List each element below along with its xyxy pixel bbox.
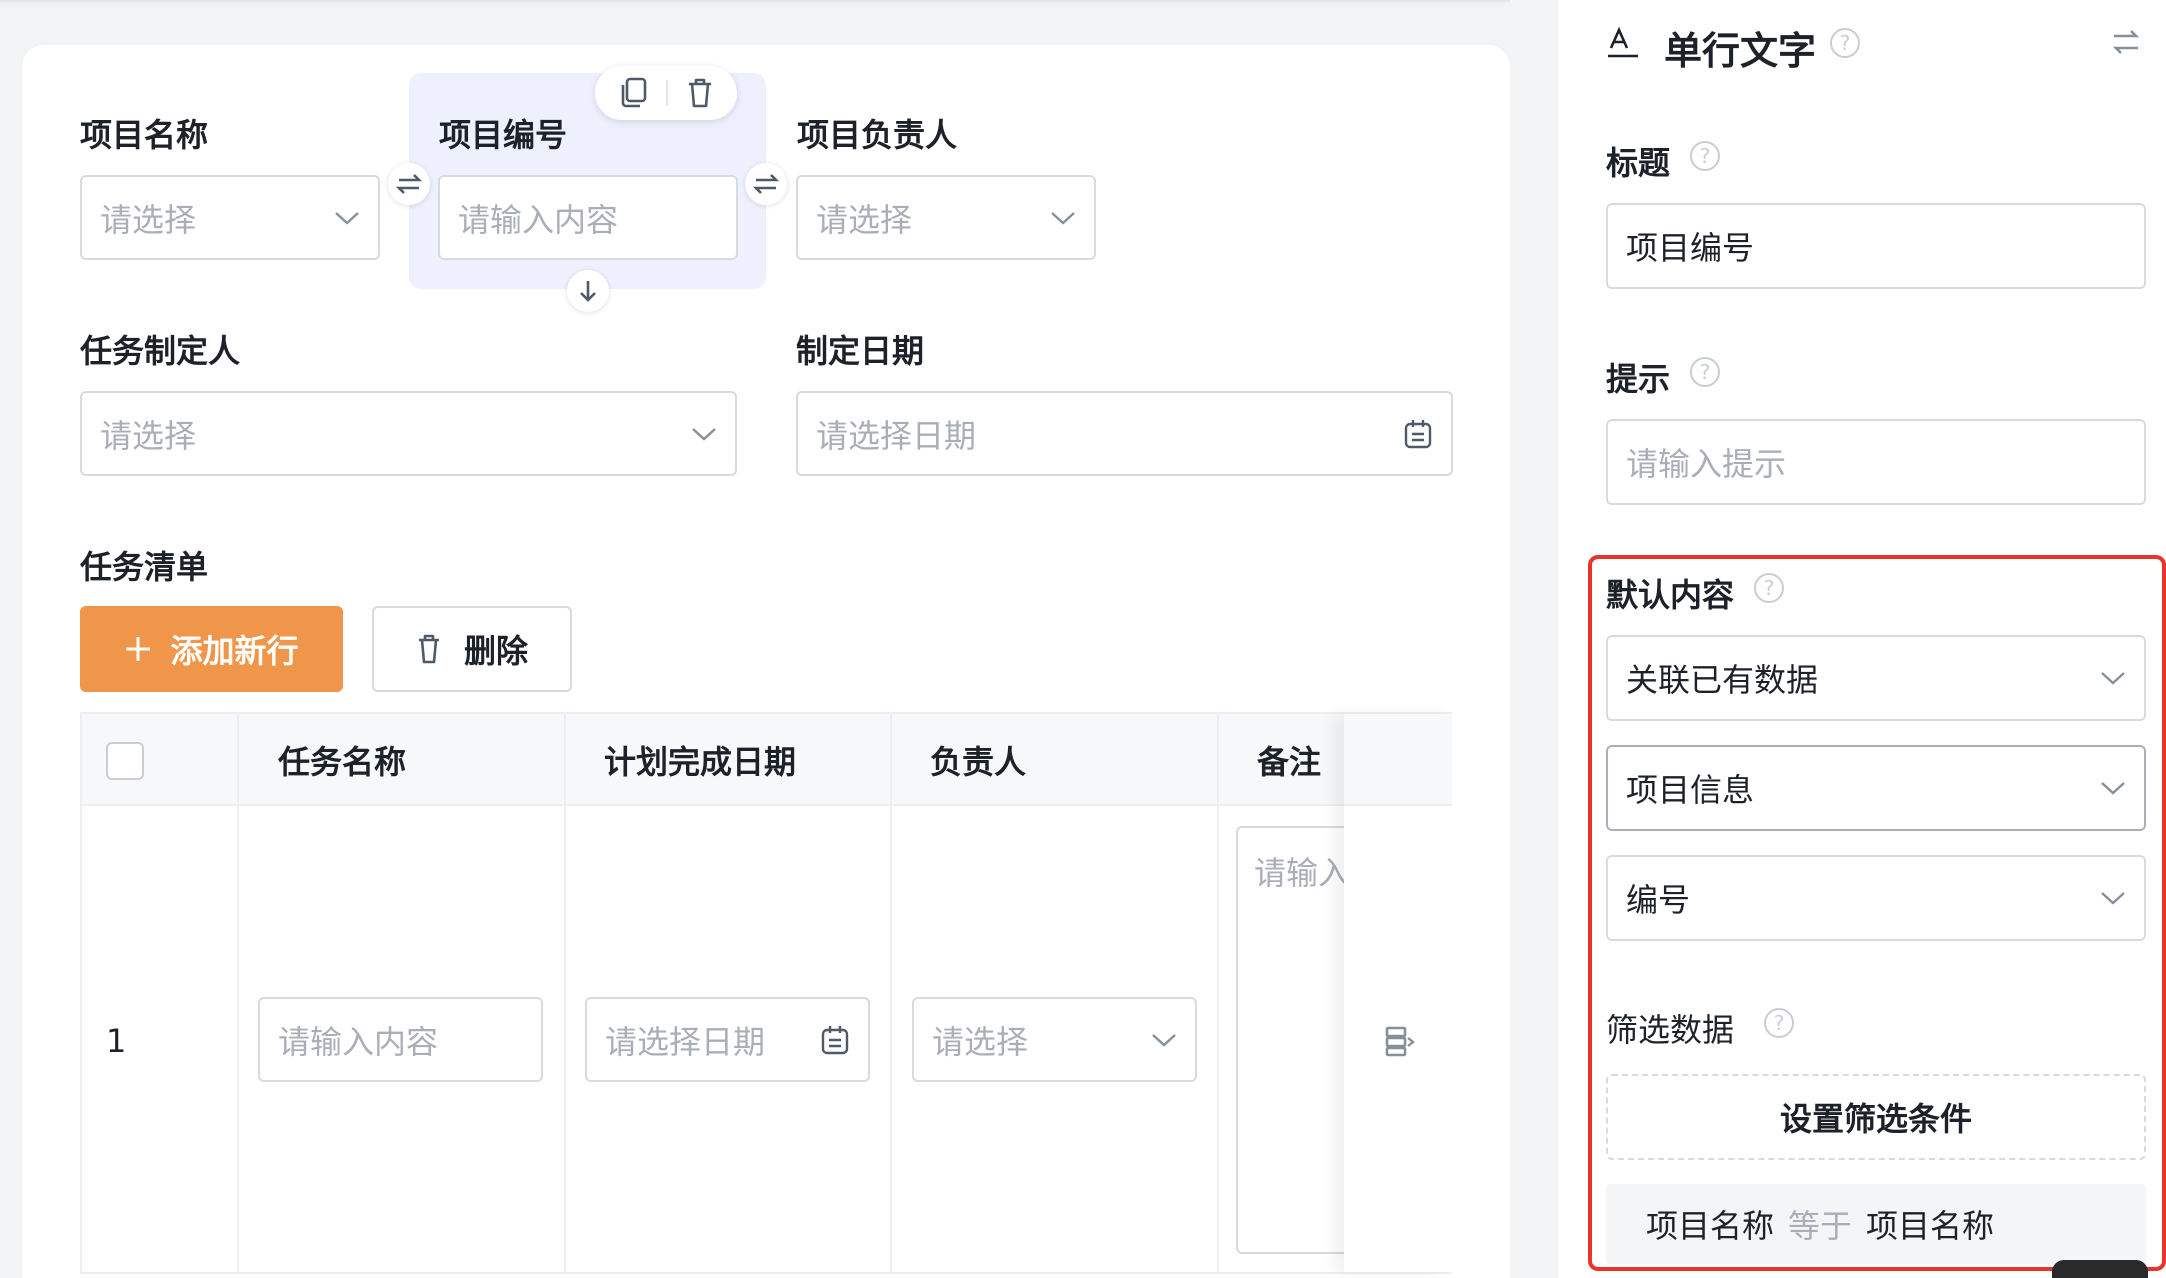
owner-select[interactable]: 请选择	[912, 997, 1197, 1082]
move-down-button[interactable]	[567, 270, 609, 312]
trash-icon	[416, 633, 442, 665]
row-index: 1	[106, 1022, 127, 1060]
text-field-icon	[1606, 26, 1640, 60]
set-filter-button[interactable]: 设置筛选条件	[1606, 1074, 2146, 1160]
chevron-down-icon	[334, 210, 360, 226]
project-number-label: 项目编号	[439, 116, 568, 154]
column-divider	[564, 714, 566, 1272]
arrow-down-icon	[578, 279, 598, 303]
filter-condition[interactable]: 项目名称 等于 项目名称	[1606, 1184, 2146, 1264]
chevron-down-icon	[1050, 210, 1076, 226]
calendar-icon	[820, 1024, 850, 1056]
help-icon[interactable]: ?	[1754, 573, 1784, 603]
title-input[interactable]: 项目编号	[1606, 203, 2146, 289]
project-name-select[interactable]: 请选择	[80, 175, 380, 260]
due-date-picker[interactable]: 请选择日期	[585, 997, 870, 1082]
hint-label: 提示	[1606, 360, 1671, 398]
task-name-input[interactable]: 请输入内容	[258, 997, 543, 1082]
add-row-button[interactable]: 添加新行	[80, 606, 343, 692]
default-content-label: 默认内容	[1606, 576, 1735, 614]
swap-horizontal-icon	[396, 172, 422, 196]
remark-textarea[interactable]: 请输入	[1236, 826, 1356, 1254]
chevron-down-icon	[691, 426, 717, 442]
chevron-down-icon	[2100, 670, 2126, 686]
chevron-down-icon	[2100, 890, 2126, 906]
help-icon[interactable]: ?	[1690, 141, 1720, 171]
property-panel: 单行文字 ? 标题 ? 项目编号 提示 ? 请输入提示 默认内容 ? 关联已有数…	[1558, 0, 2166, 1278]
chevron-down-icon	[2100, 780, 2126, 796]
copy-icon[interactable]	[618, 77, 648, 109]
column-header-remark: 备注	[1257, 743, 1322, 781]
title-label: 标题	[1606, 144, 1671, 182]
component-title: 单行文字	[1664, 29, 1817, 73]
column-header-owner: 负责人	[930, 743, 1027, 781]
help-icon[interactable]: ?	[1690, 357, 1720, 387]
select-all-checkbox[interactable]	[106, 742, 144, 780]
toolbar-divider	[666, 80, 668, 106]
floating-button-edge[interactable]	[2052, 1260, 2148, 1278]
calendar-icon	[1403, 418, 1433, 450]
column-header-task-name: 任务名称	[278, 743, 407, 781]
help-icon[interactable]: ?	[1830, 28, 1860, 58]
source-field-select[interactable]: 编号	[1606, 855, 2146, 941]
condition-field: 项目名称	[1646, 1207, 1775, 1245]
column-divider	[237, 714, 239, 1272]
task-creator-select[interactable]: 请选择	[80, 391, 737, 476]
column-divider	[1217, 714, 1219, 1272]
field-toolbar	[595, 66, 737, 120]
condition-operator: 等于	[1788, 1207, 1853, 1245]
table-fixed-column	[1344, 714, 1452, 1272]
top-shadow	[0, 0, 1510, 4]
filter-data-label: 筛选数据	[1606, 1011, 1735, 1049]
help-icon[interactable]: ?	[1764, 1008, 1794, 1038]
swap-component-icon[interactable]	[2110, 26, 2142, 58]
column-header-due-date: 计划完成日期	[604, 743, 797, 781]
project-owner-select[interactable]: 请选择	[796, 175, 1096, 260]
plus-icon	[124, 635, 152, 663]
hint-input[interactable]: 请输入提示	[1606, 419, 2146, 505]
trash-icon[interactable]	[686, 77, 714, 109]
fixed-column-header	[1344, 714, 1452, 806]
project-name-label: 项目名称	[80, 116, 209, 154]
default-mode-select[interactable]: 关联已有数据	[1606, 635, 2146, 721]
task-creator-label: 任务制定人	[80, 332, 241, 370]
project-number-input[interactable]: 请输入内容	[438, 175, 738, 260]
creation-date-picker[interactable]: 请选择日期	[796, 391, 1453, 476]
delete-row-button[interactable]: 删除	[372, 606, 572, 692]
condition-value: 项目名称	[1866, 1207, 1995, 1245]
swap-left-button[interactable]	[388, 163, 430, 205]
column-divider	[890, 714, 892, 1272]
row-actions-icon[interactable]	[1384, 1024, 1416, 1058]
source-form-select[interactable]: 项目信息	[1606, 745, 2146, 831]
swap-right-button[interactable]	[745, 163, 787, 205]
project-owner-label: 项目负责人	[797, 116, 958, 154]
task-list-label: 任务清单	[80, 548, 209, 586]
swap-horizontal-icon	[753, 172, 779, 196]
task-table: 任务名称 计划完成日期 负责人 备注 1 请输入内容 请选择日期 请选择 请输入	[80, 712, 1452, 1274]
chevron-down-icon	[1151, 1032, 1177, 1048]
creation-date-label: 制定日期	[796, 332, 925, 370]
